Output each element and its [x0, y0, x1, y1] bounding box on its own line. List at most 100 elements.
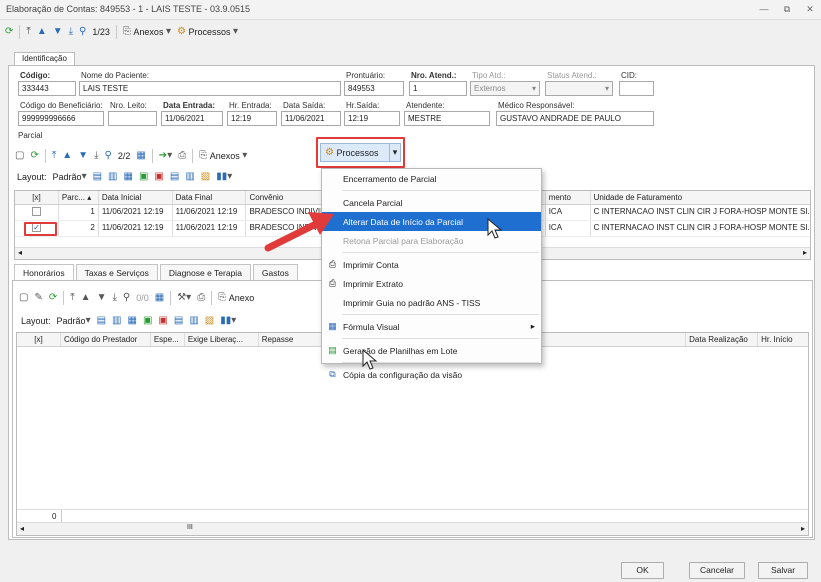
layout-icon-4[interactable]: ▣ — [136, 168, 151, 186]
tab-identificacao[interactable]: Identificação — [14, 52, 75, 66]
status-atend-select[interactable]: ▾ — [545, 81, 613, 96]
layout-select[interactable]: Padrão ▾ — [50, 168, 90, 186]
calendar-button[interactable]: ▦ — [152, 289, 167, 307]
anexos-button[interactable]: ⎘ Anexos ▾ — [120, 23, 174, 41]
lower-anexos-button[interactable]: ⎘ Anexo — [215, 289, 257, 307]
scroll-left-icon[interactable]: ◂ — [18, 248, 22, 257]
layout-icon-1[interactable]: ▤ — [90, 168, 105, 186]
horizontal-scrollbar[interactable]: ◂ III ▸ — [17, 522, 808, 535]
menu-item-copia-configuracao[interactable]: ⧉ Cópia da configuração da visão — [322, 365, 541, 384]
refresh-button[interactable]: ⟳ — [27, 147, 41, 165]
layout-icon-4[interactable]: ▣ — [140, 312, 155, 330]
prontuario-field[interactable]: 849553 — [344, 81, 404, 96]
col-check[interactable]: [x] — [15, 191, 59, 204]
scroll-left-icon[interactable]: ◂ — [20, 524, 24, 533]
col-mento[interactable]: mento — [546, 191, 591, 204]
go-button[interactable]: ➔ ▾ — [156, 147, 175, 165]
tab-honorarios[interactable]: Honorários — [14, 264, 74, 280]
new-button[interactable]: ▢ — [12, 147, 27, 165]
menu-item-formula-visual[interactable]: ▦ Fórmula Visual ▸ — [322, 317, 541, 336]
menu-item-cancela-parcial[interactable]: Cancela Parcial — [322, 193, 541, 212]
data-entrada-field[interactable]: 11/06/2021 — [161, 111, 223, 126]
layout-icon-3[interactable]: ▦ — [121, 168, 136, 186]
cid-field[interactable] — [619, 81, 654, 96]
col-unidade[interactable]: Unidade de Faturamento — [591, 191, 810, 204]
first-record-button[interactable]: ⤒ — [49, 147, 59, 165]
first-record-button[interactable]: ⤒ — [23, 23, 33, 41]
layout-icon-8[interactable]: ▧ — [198, 168, 213, 186]
menu-item-imprimir-conta[interactable]: ⎙ Imprimir Conta — [322, 255, 541, 274]
new-button[interactable]: ▢ — [16, 289, 31, 307]
tab-diagnose-terapia[interactable]: Diagnose e Terapia — [159, 264, 251, 280]
layout-icon-2[interactable]: ▥ — [109, 312, 124, 330]
salvar-button[interactable]: Salvar — [758, 562, 808, 579]
next-record-button[interactable]: ▼ — [94, 289, 110, 307]
print-button[interactable]: ⎙ — [194, 289, 208, 307]
nro-leito-field[interactable] — [108, 111, 157, 126]
chart-button[interactable]: ▮▮ ▾ — [217, 312, 239, 330]
nome-field[interactable]: LAIS TESTE — [79, 81, 341, 96]
menu-item-imprimir-guia[interactable]: Imprimir Guia no padrão ANS - TISS — [322, 293, 541, 312]
col-codigo-prestador[interactable]: Código do Prestador — [61, 333, 151, 346]
refresh-button[interactable]: ⟳ — [46, 289, 60, 307]
next-record-button[interactable]: ▼ — [50, 23, 66, 41]
data-saida-field[interactable]: 11/06/2021 — [281, 111, 341, 126]
ok-button[interactable]: OK — [621, 562, 664, 579]
minimize-button[interactable]: — — [758, 4, 770, 14]
layout-icon-7[interactable]: ▥ — [186, 312, 201, 330]
processos-dropdown[interactable]: ⚙ Processos ▾ — [320, 143, 401, 162]
layout-icon-8[interactable]: ▧ — [202, 312, 217, 330]
medico-field[interactable]: GUSTAVO ANDRADE DE PAULO — [496, 111, 654, 126]
last-record-button[interactable]: ⤓ — [91, 147, 101, 165]
hr-saida-field[interactable]: 12:19 — [344, 111, 400, 126]
prev-record-button[interactable]: ▲ — [59, 147, 75, 165]
cod-benef-field[interactable]: 999999996666 — [18, 111, 104, 126]
scroll-right-icon[interactable]: ▸ — [803, 248, 807, 257]
processos-button[interactable]: ⚙ Processos ▾ — [174, 23, 241, 41]
search-button[interactable]: ⚲ — [120, 289, 133, 307]
scroll-thumb[interactable]: III — [187, 524, 193, 531]
atendente-field[interactable]: MESTRE — [404, 111, 490, 126]
last-record-button[interactable]: ⤓ — [109, 289, 119, 307]
col-check[interactable]: [x] — [17, 333, 61, 346]
tools-button[interactable]: ⚒ ▾ — [174, 289, 194, 307]
menu-item-encerramento-parcial[interactable]: Encerramento de Parcial — [322, 169, 541, 188]
codigo-field[interactable]: 333443 — [18, 81, 76, 96]
edit-button[interactable]: ✎ — [31, 289, 45, 307]
parcial-processos-button[interactable]: ⚙ Processos ▾ — [316, 137, 405, 168]
search-button[interactable]: ⚲ — [102, 147, 115, 165]
print-button[interactable]: ⎙ — [175, 147, 189, 165]
next-record-button[interactable]: ▼ — [75, 147, 91, 165]
cancelar-button[interactable]: Cancelar — [689, 562, 745, 579]
layout-icon-5[interactable]: ▣ — [155, 312, 170, 330]
restore-button[interactable]: ⧉ — [781, 4, 793, 14]
layout-icon-5[interactable]: ▣ — [151, 168, 166, 186]
menu-item-geracao-planilhas[interactable]: ▤ Geração de Planilhas em Lote — [322, 341, 541, 360]
layout-select[interactable]: Padrão ▾ — [54, 312, 94, 330]
menu-item-retona-parcial[interactable]: Retona Parcial para Elaboração — [322, 231, 541, 250]
col-exige-liberacao[interactable]: Exige Liberaç... — [185, 333, 259, 346]
menu-item-imprimir-extrato[interactable]: ⎙ Imprimir Extrato — [322, 274, 541, 293]
row-checkbox[interactable] — [15, 205, 59, 220]
prev-record-button[interactable]: ▲ — [78, 289, 94, 307]
col-espe[interactable]: Espe... — [151, 333, 185, 346]
hr-entrada-field[interactable]: 12:19 — [227, 111, 277, 126]
layout-icon-3[interactable]: ▦ — [125, 312, 140, 330]
search-button[interactable]: ⚲ — [76, 23, 89, 41]
col-data-realizacao[interactable]: Data Realização — [686, 333, 759, 346]
chart-button[interactable]: ▮▮ ▾ — [213, 168, 235, 186]
close-button[interactable]: ✕ — [804, 4, 816, 14]
first-record-button[interactable]: ⤒ — [67, 289, 77, 307]
nro-atend-field[interactable]: 1 — [409, 81, 467, 96]
scroll-right-icon[interactable]: ▸ — [801, 524, 805, 533]
layout-icon-1[interactable]: ▤ — [94, 312, 109, 330]
tab-taxas-servicos[interactable]: Taxas e Serviços — [75, 264, 158, 280]
checkbox-unchecked[interactable] — [31, 207, 41, 217]
calendar-button[interactable]: ▦ — [133, 147, 148, 165]
layout-icon-6[interactable]: ▤ — [167, 168, 182, 186]
layout-icon-2[interactable]: ▥ — [105, 168, 120, 186]
col-data-inicial[interactable]: Data Inicial — [99, 191, 173, 204]
tipo-atd-select[interactable]: Externos ▾ — [470, 81, 540, 96]
layout-icon-7[interactable]: ▥ — [182, 168, 197, 186]
tab-gastos[interactable]: Gastos — [252, 264, 298, 280]
